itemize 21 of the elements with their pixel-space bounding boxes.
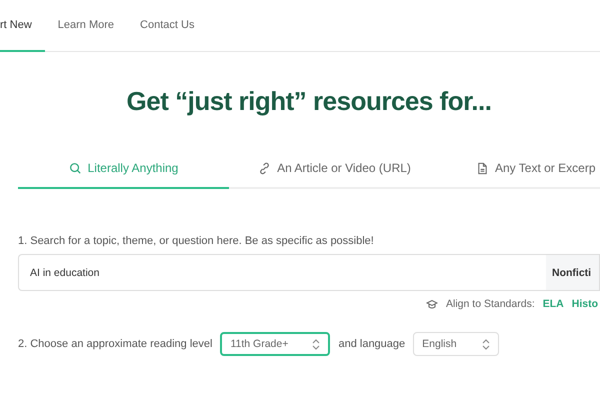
search-icon (68, 162, 82, 174)
standards-label: Align to Standards: (446, 298, 535, 310)
tab[interactable]: Literally Anything (18, 149, 229, 189)
nav-link[interactable]: rt New (0, 0, 45, 52)
dropdown[interactable]: 11th Grade+ (220, 332, 330, 356)
chevron-icon (312, 338, 320, 350)
step-label: 2. Choose an approximate reading level (18, 338, 212, 350)
nav-link[interactable]: Contact Us (127, 0, 208, 52)
dropdown[interactable]: English (413, 332, 500, 356)
standard-link[interactable]: Histo (572, 298, 598, 310)
nav-link[interactable]: Learn More (44, 0, 128, 52)
page-heading: Get “just right” resources for... (126, 86, 492, 117)
language-label: and language (338, 338, 406, 350)
graduation-cap-icon (426, 298, 438, 310)
link-icon (258, 162, 272, 174)
tab[interactable]: Any Text or Excerp (440, 149, 600, 189)
document-icon (476, 162, 489, 174)
standard-link[interactable]: ELA (542, 298, 564, 310)
chevron-icon (482, 338, 490, 350)
tab[interactable]: An Article or Video (URL) (229, 149, 440, 189)
step-label: 1. Search for a topic, theme, or question here. Be as specific as possible! (18, 235, 375, 247)
